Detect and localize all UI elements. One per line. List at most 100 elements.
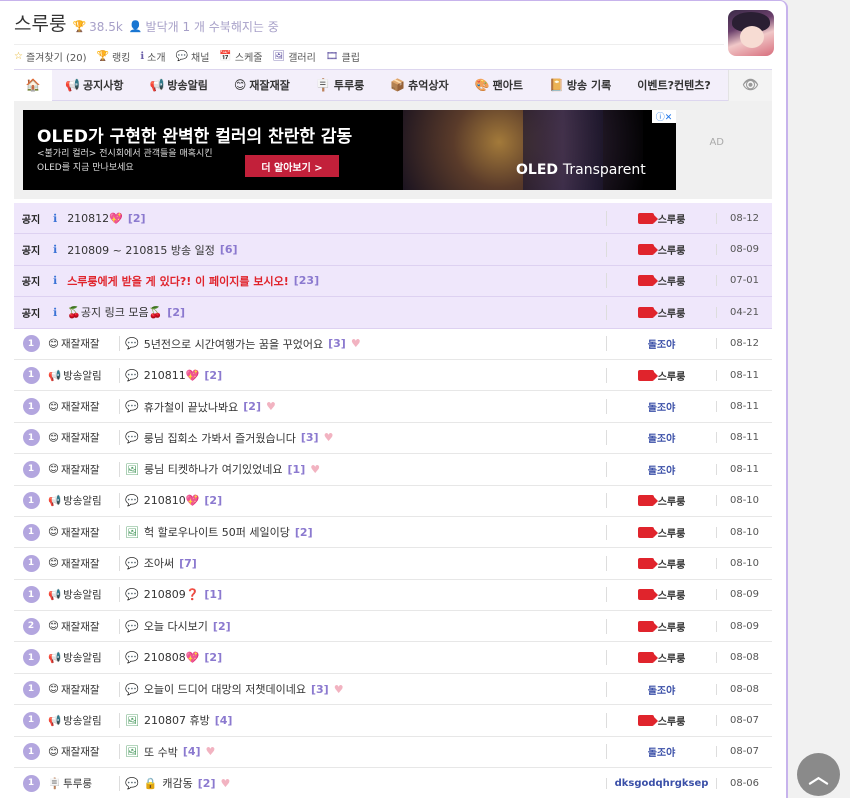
post-author[interactable]: 스루룽 — [606, 210, 716, 226]
nav-tab-4[interactable]: 📦 츄억상자 — [377, 77, 461, 93]
post-subject[interactable]: 🖼 룽님 티켓하나가 여기있었네요 [1] ♥ — [120, 461, 606, 477]
post-author[interactable]: 스루룽 — [606, 367, 716, 383]
channel-title[interactable]: 스루룽 — [14, 9, 66, 36]
post-category[interactable]: 📢 방송알림 — [48, 650, 120, 666]
post-category[interactable]: 😊 재잘재잘 — [48, 681, 120, 697]
post-subject[interactable]: 💬 오늘이 드디어 대망의 저챗데이네요 [3] ♥ — [120, 681, 606, 697]
post-author[interactable]: 돌조야 — [606, 399, 716, 415]
notice-subject[interactable]: ℹ 🍒공지 링크 모음🍒 [2] — [48, 304, 606, 320]
channel-link-0[interactable]: ☆ 즐겨찾기 (20) — [14, 49, 86, 64]
streamer-cam-icon — [637, 306, 658, 318]
nav-tab-3[interactable]: 🪧 투루룽 — [303, 77, 377, 93]
post-category[interactable]: 📢 방송알림 — [48, 493, 120, 509]
post-row[interactable]: 2 😊 재잘재잘 💬 오늘 다시보기 [2] 스루룽 08-09 — [14, 611, 772, 643]
post-row[interactable]: 1 📢 방송알림 💬 210809❓ [1] 스루룽 08-09 — [14, 580, 772, 612]
channel-link-6[interactable]: 🎞 클립 — [326, 49, 360, 64]
post-category[interactable]: 😊 재잘재잘 — [48, 461, 120, 477]
notice-row[interactable]: 공지 ℹ 210812💖 [2] 스루룽 08-12 — [14, 203, 772, 235]
ad-close-icon[interactable]: ⓘ✕ — [652, 110, 676, 123]
post-author[interactable]: 돌조야 — [606, 430, 716, 446]
post-row[interactable]: 1 😊 재잘재잘 🖼 헉 할로우나이트 50퍼 세일이당 [2] 스루룽 08-10 — [14, 517, 772, 549]
nav-tab-7[interactable]: 이벤트?컨텐츠? — [624, 77, 723, 93]
post-author[interactable]: 돌조야 — [606, 681, 716, 697]
post-category[interactable]: 😊 재잘재잘 — [48, 744, 120, 760]
post-subject[interactable]: 💬 🔒 캐감동 [2] ♥ — [120, 775, 606, 791]
post-author[interactable]: 스루룽 — [606, 273, 716, 289]
nav-tab-5[interactable]: 🎨 팬아트 — [462, 77, 536, 93]
post-row[interactable]: 1 😊 재잘재잘 🖼 또 수박 [4] ♥ 돌조야 08-07 — [14, 737, 772, 769]
post-author[interactable]: 돌조야 — [606, 336, 716, 352]
post-category[interactable]: 😊 재잘재잘 — [48, 399, 120, 415]
post-author[interactable]: 스루룽 — [606, 242, 716, 258]
post-category[interactable]: 📢 방송알림 — [48, 587, 120, 603]
post-author[interactable]: 스루룽 — [606, 555, 716, 571]
post-author[interactable]: 돌조야 — [606, 461, 716, 477]
post-row[interactable]: 1 📢 방송알림 🖼 210807 휴방 [4] 스루룽 08-07 — [14, 705, 772, 737]
notice-row[interactable]: 공지 ℹ 210809 ~ 210815 방송 일정 [6] 스루룽 08-09 — [14, 234, 772, 266]
post-subject[interactable]: 💬 5년전으로 시간여행가는 꿈을 꾸었어요 [3] ♥ — [120, 336, 606, 352]
megaphone-icon: 📢 — [65, 78, 80, 92]
post-row[interactable]: 1 📢 방송알림 💬 210810💖 [2] 스루룽 08-10 — [14, 486, 772, 517]
post-category[interactable]: 😊 재잘재잘 — [48, 618, 120, 634]
post-author[interactable]: 스루룽 — [606, 650, 716, 666]
nav-tab-0[interactable]: 📢 공지사항 — [52, 77, 136, 93]
ad-banner[interactable]: OLED가 구현한 완벽한 컬러의 찬란한 감동 <불가리 컬러> 전시회에서 … — [23, 110, 676, 190]
post-subject[interactable]: 💬 룽님 집회소 가봐서 즐거웠습니다 [3] ♥ — [120, 430, 606, 446]
post-row[interactable]: 1 📢 방송알림 💬 210808💖 [2] 스루룽 08-08 — [14, 642, 772, 674]
post-subject[interactable]: 🖼 또 수박 [4] ♥ — [120, 744, 606, 760]
notice-subject[interactable]: ℹ 스루룽에게 받을 게 있다?! 이 페이지를 보시오! [23] — [48, 273, 606, 289]
post-subject[interactable]: 💬 210811💖 [2] — [120, 369, 606, 382]
scroll-top-button[interactable]: ︿ — [797, 753, 840, 796]
post-number: 1 — [14, 743, 48, 761]
notice-row[interactable]: 공지 ℹ 🍒공지 링크 모음🍒 [2] 스루룽 04-21 — [14, 297, 772, 329]
post-author[interactable]: 스루룽 — [606, 618, 716, 634]
nav-tab-1[interactable]: 📢 방송알림 — [136, 77, 220, 93]
post-row[interactable]: 1 😊 재잘재잘 💬 조아써 [7] 스루룽 08-10 — [14, 548, 772, 580]
notice-subject[interactable]: ℹ 210812💖 [2] — [48, 212, 606, 225]
post-subject[interactable]: 🖼 헉 할로우나이트 50퍼 세일이당 [2] — [120, 524, 606, 540]
post-author[interactable]: dksgodqhrgksep — [606, 777, 716, 789]
channel-link-5[interactable]: 🖼 갤러리 — [272, 49, 315, 64]
post-row[interactable]: 1 😊 재잘재잘 💬 5년전으로 시간여행가는 꿈을 꾸었어요 [3] ♥ 돌조야 08-12 — [14, 329, 772, 360]
post-author[interactable]: 스루룽 — [606, 587, 716, 603]
post-row[interactable]: 1 😊 재잘재잘 💬 휴가철이 끝났나봐요 [2] ♥ 돌조야 08-11 — [14, 391, 772, 423]
channel-link-2[interactable]: ℹ 소개 — [140, 49, 165, 64]
post-category[interactable]: 📢 방송알림 — [48, 712, 120, 728]
channel-link-4[interactable]: 📅 스케줄 — [219, 49, 262, 64]
post-row[interactable]: 1 📢 방송알림 💬 210811💖 [2] 스루룽 08-11 — [14, 360, 772, 392]
post-row[interactable]: 1 🪧 투루룽 💬 🔒 캐감동 [2] ♥ dksgodqhrgksep 08-06 — [14, 768, 772, 798]
post-row[interactable]: 1 😊 재잘재잘 💬 룽님 집회소 가봐서 즐거웠습니다 [3] ♥ 돌조야 08-11 — [14, 423, 772, 455]
post-row[interactable]: 1 😊 재잘재잘 💬 오늘이 드디어 대망의 저챗데이네요 [3] ♥ 돌조야 08-08 — [14, 674, 772, 706]
notice-subject[interactable]: ℹ 210809 ~ 210815 방송 일정 [6] — [48, 242, 606, 258]
post-author[interactable]: 스루룽 — [606, 493, 716, 509]
streamer-cam-icon — [637, 369, 658, 381]
channel-link-1[interactable]: 🏆 랭킹 — [96, 49, 130, 64]
post-category[interactable]: 😊 재잘재잘 — [48, 524, 120, 540]
post-subject[interactable]: 💬 조아써 [7] — [120, 555, 606, 571]
ad-learn-more-button[interactable]: 더 알아보기 > — [245, 155, 339, 177]
post-subject[interactable]: 💬 210810💖 [2] — [120, 494, 606, 507]
avatar[interactable] — [728, 10, 774, 56]
home-icon[interactable]: 🏠 — [14, 69, 52, 101]
post-category[interactable]: 😊 재잘재잘 — [48, 430, 120, 446]
post-author[interactable]: 스루룽 — [606, 524, 716, 540]
post-row[interactable]: 1 😊 재잘재잘 🖼 룽님 티켓하나가 여기있었네요 [1] ♥ 돌조야 08-11 — [14, 454, 772, 486]
post-subject[interactable]: 💬 휴가철이 끝났나봐요 [2] ♥ — [120, 399, 606, 415]
eye-icon[interactable]: 👁 — [728, 69, 772, 101]
post-subject[interactable]: 💬 210808💖 [2] — [120, 651, 606, 664]
post-category[interactable]: 😊 재잘재잘 — [48, 336, 120, 352]
post-subject[interactable]: 💬 210809❓ [1] — [120, 588, 606, 601]
post-author[interactable]: 스루룽 — [606, 712, 716, 728]
channel-link-3[interactable]: 💬 채널 — [176, 49, 210, 64]
author-name: 스루룽 — [657, 214, 686, 226]
post-subject[interactable]: 💬 오늘 다시보기 [2] — [120, 618, 606, 634]
post-author[interactable]: 스루룽 — [606, 304, 716, 320]
post-category[interactable]: 📢 방송알림 — [48, 367, 120, 383]
nav-tab-2[interactable]: 😊 재잘재잘 — [221, 77, 303, 93]
nav-tab-6[interactable]: 📔 방송 기록 — [536, 77, 624, 93]
post-subject[interactable]: 🖼 210807 휴방 [4] — [120, 712, 606, 728]
post-category[interactable]: 🪧 투루룽 — [48, 775, 120, 791]
notice-row[interactable]: 공지 ℹ 스루룽에게 받을 게 있다?! 이 페이지를 보시오! [23] 스루룽 07-… — [14, 265, 772, 298]
post-category[interactable]: 😊 재잘재잘 — [48, 555, 120, 571]
post-author[interactable]: 돌조야 — [606, 744, 716, 760]
